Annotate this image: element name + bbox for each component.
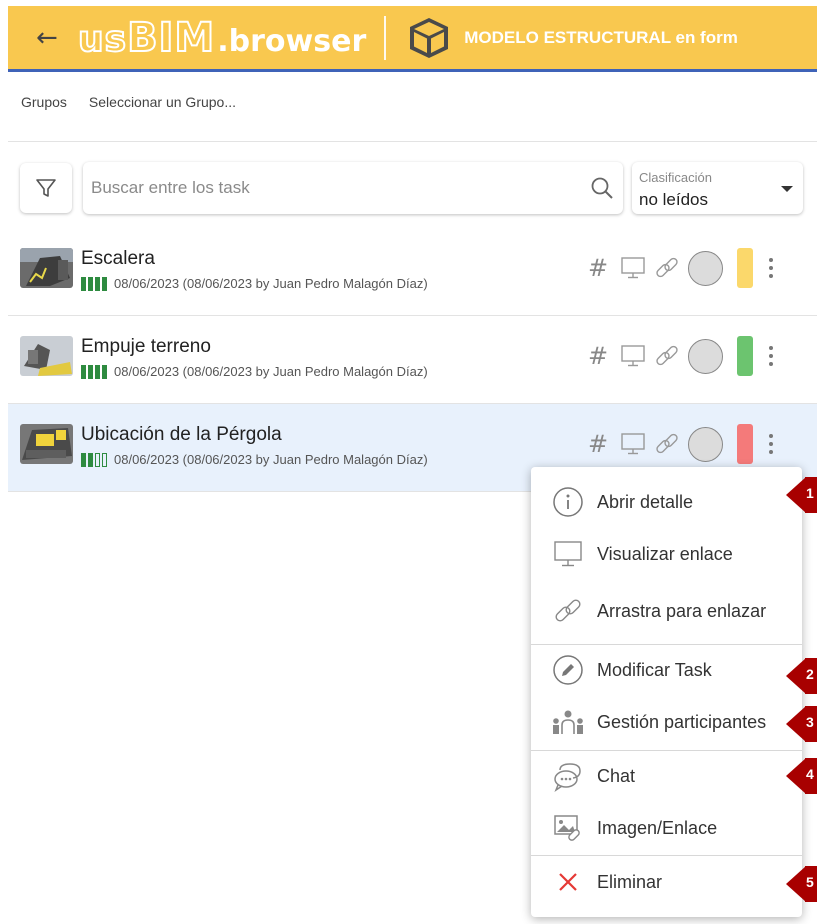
info-icon bbox=[550, 484, 586, 520]
search-input[interactable] bbox=[91, 170, 571, 206]
menu-item-label: Arrastra para enlazar bbox=[597, 600, 767, 621]
context-menu: Abrir detalle Visualizar enlace Arrastra… bbox=[531, 467, 802, 917]
usbim-browser-logo: us BIM .browser bbox=[77, 14, 367, 62]
link-icon bbox=[550, 593, 586, 629]
chat-icon bbox=[550, 758, 586, 794]
menu-item-label: Imagen/Enlace bbox=[597, 817, 718, 838]
more-options-icon[interactable] bbox=[765, 258, 777, 278]
breadcrumb-groups[interactable]: Grupos bbox=[21, 94, 67, 110]
participants-icon bbox=[550, 704, 586, 740]
task-date: 08/06/2023 (08/06/2023 by Juan Pedro Mal… bbox=[114, 364, 428, 379]
menu-item-modificar-task[interactable]: Modificar Task bbox=[531, 644, 802, 696]
logo-us: us bbox=[77, 18, 128, 61]
menu-item-abrir-detalle[interactable]: Abrir detalle bbox=[531, 476, 802, 528]
breadcrumb: Grupos Seleccionar un Grupo... bbox=[21, 94, 236, 110]
task-title[interactable]: Escalera bbox=[81, 248, 155, 270]
divider bbox=[8, 141, 817, 142]
menu-item-visualizar-enlace[interactable]: Visualizar enlace bbox=[531, 528, 802, 580]
task-thumbnail bbox=[20, 424, 73, 464]
sort-label: Clasificación bbox=[639, 170, 712, 185]
task-actions: # bbox=[588, 336, 777, 376]
callout-marker-2: 2 bbox=[786, 658, 817, 694]
header-divider bbox=[384, 15, 387, 60]
task-date: 08/06/2023 (08/06/2023 by Juan Pedro Mal… bbox=[114, 276, 428, 291]
callout-marker-1: 1 bbox=[786, 477, 817, 513]
progress-bars bbox=[81, 452, 107, 467]
status-circle[interactable] bbox=[688, 338, 723, 374]
menu-item-label: Modificar Task bbox=[597, 659, 712, 680]
hash-icon[interactable]: # bbox=[588, 430, 618, 458]
model-cube-icon bbox=[410, 17, 449, 58]
task-title[interactable]: Empuje terreno bbox=[81, 336, 211, 358]
monitor-icon[interactable] bbox=[618, 429, 648, 459]
callout-marker-3: 3 bbox=[786, 706, 817, 742]
link-icon[interactable] bbox=[652, 341, 682, 371]
status-circle[interactable] bbox=[688, 250, 723, 286]
search-box bbox=[83, 162, 623, 214]
app-header: ← us BIM .browser MODELO ESTRUCTURAL en … bbox=[8, 6, 817, 72]
hash-icon[interactable]: # bbox=[588, 254, 618, 282]
back-arrow-icon[interactable]: ← bbox=[36, 25, 66, 51]
task-row[interactable]: Escalera 08/06/2023 (08/06/2023 by Juan … bbox=[8, 228, 817, 316]
task-thumbnail bbox=[20, 248, 73, 288]
filter-button[interactable] bbox=[20, 163, 72, 213]
menu-item-gestion-participantes[interactable]: Gestión participantes bbox=[531, 696, 802, 748]
callout-marker-4: 4 bbox=[786, 758, 817, 794]
menu-item-label: Visualizar enlace bbox=[597, 543, 733, 564]
status-color-tag bbox=[737, 248, 753, 288]
task-thumbnail bbox=[20, 336, 73, 376]
link-icon[interactable] bbox=[652, 429, 682, 459]
task-meta: 08/06/2023 (08/06/2023 by Juan Pedro Mal… bbox=[81, 452, 428, 467]
image-link-icon bbox=[550, 810, 586, 846]
more-options-icon[interactable] bbox=[765, 434, 777, 454]
status-color-tag bbox=[737, 336, 753, 376]
menu-item-label: Chat bbox=[597, 765, 636, 786]
menu-item-label: Eliminar bbox=[597, 871, 663, 892]
menu-item-label: Gestión participantes bbox=[597, 711, 767, 732]
filter-icon bbox=[36, 179, 56, 197]
task-actions: # bbox=[588, 248, 777, 288]
task-title[interactable]: Ubicación de la Pérgola bbox=[81, 424, 282, 446]
status-color-tag bbox=[737, 424, 753, 464]
task-actions: # bbox=[588, 424, 777, 464]
search-icon[interactable] bbox=[589, 175, 615, 201]
link-icon[interactable] bbox=[652, 253, 682, 283]
pencil-icon bbox=[550, 652, 586, 688]
progress-bars bbox=[81, 364, 107, 379]
logo-bim: BIM bbox=[126, 14, 216, 62]
sort-select[interactable]: Clasificación no leídos bbox=[632, 162, 803, 214]
menu-item-chat[interactable]: Chat bbox=[531, 750, 802, 802]
monitor-icon[interactable] bbox=[618, 253, 648, 283]
chevron-down-icon bbox=[781, 186, 793, 192]
breadcrumb-select-group[interactable]: Seleccionar un Grupo... bbox=[89, 94, 236, 110]
more-options-icon[interactable] bbox=[765, 346, 777, 366]
close-icon bbox=[550, 864, 586, 900]
sort-value: no leídos bbox=[639, 190, 708, 209]
task-row[interactable]: Empuje terreno 08/06/2023 (08/06/2023 by… bbox=[8, 316, 817, 404]
hash-icon[interactable]: # bbox=[588, 342, 618, 370]
progress-bars bbox=[81, 276, 107, 291]
menu-item-label: Abrir detalle bbox=[597, 491, 694, 512]
task-meta: 08/06/2023 (08/06/2023 by Juan Pedro Mal… bbox=[81, 276, 428, 291]
callout-marker-5: 5 bbox=[786, 866, 817, 902]
status-circle[interactable] bbox=[688, 426, 723, 462]
menu-item-eliminar[interactable]: Eliminar bbox=[531, 856, 802, 908]
model-title[interactable]: MODELO ESTRUCTURAL en form bbox=[464, 28, 738, 48]
task-meta: 08/06/2023 (08/06/2023 by Juan Pedro Mal… bbox=[81, 364, 428, 379]
menu-item-arrastra-para-enlazar[interactable]: Arrastra para enlazar bbox=[531, 585, 802, 637]
menu-item-imagen-enlace[interactable]: Imagen/Enlace bbox=[531, 802, 802, 854]
monitor-icon[interactable] bbox=[618, 341, 648, 371]
task-date: 08/06/2023 (08/06/2023 by Juan Pedro Mal… bbox=[114, 452, 428, 467]
logo-browser: .browser bbox=[217, 23, 367, 59]
monitor-icon bbox=[550, 536, 586, 572]
